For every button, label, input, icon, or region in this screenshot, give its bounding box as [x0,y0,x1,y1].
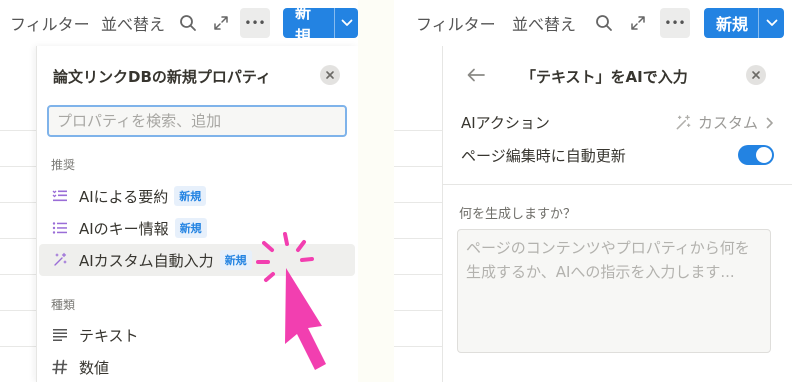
close-icon[interactable] [320,65,340,85]
ai-action-value: カスタム [697,114,758,132]
new-button[interactable]: 新規 [704,8,785,38]
close-icon[interactable] [746,65,766,85]
sort-button[interactable]: 並べ替え [512,11,576,35]
table-background [0,46,36,382]
chevron-down-icon[interactable] [758,8,784,38]
new-badge: 新規 [174,218,207,238]
database-toolbar: フィルター 並べ替え ••• 新規 [0,0,358,46]
new-badge: 新規 [219,250,252,270]
menu-item-label: AIカスタム自動入力 [79,251,214,270]
menu-item-ai-summary[interactable]: AIによる要約 新規 [39,180,355,212]
menu-item-label: テキスト [79,326,139,345]
menu-item-label: AIによる要約 [79,187,169,206]
hash-icon [51,358,69,376]
table-background [394,46,442,382]
section-types: 種類 [51,298,76,312]
ai-action-select[interactable]: カスタム [674,112,774,133]
auto-update-label: ページ編集時に自動更新 [461,147,626,165]
prompt-question: 何を生成しますか？ [459,207,577,222]
expand-icon[interactable] [626,11,650,35]
search-icon[interactable] [176,11,200,35]
toggle-knob [756,147,772,163]
new-button-label: 新規 [716,15,749,34]
right-screenshot-panel: フィルター 並べ替え ••• 新規 「テキスト」をAIで入力 AIアクション カ… [394,0,792,382]
menu-title: 論文リンクDBの新規プロパティ [53,68,271,86]
filter-button[interactable]: フィルター [416,11,496,35]
filter-button[interactable]: フィルター [10,11,90,35]
section-recommended: 推奨 [51,158,76,172]
new-button[interactable]: 新規 [283,3,358,46]
expand-icon[interactable] [209,11,233,35]
ai-autofill-panel: 「テキスト」をAIで入力 AIアクション カスタム ページ編集時に自動更新 何を… [442,46,792,382]
new-badge: 新規 [174,186,207,206]
chevron-down-icon[interactable] [334,8,358,38]
ai-keyinfo-icon [51,219,69,237]
property-search-field[interactable] [47,105,347,137]
sparkle-icon [51,251,69,269]
search-icon[interactable] [592,11,616,35]
back-arrow-icon[interactable] [465,64,487,86]
menu-item-label: AIのキー情報 [79,219,169,238]
ai-summary-icon [51,187,69,205]
text-lines-icon [51,326,69,344]
more-icon: ••• [664,16,686,30]
left-screenshot-panel: フィルター 並べ替え ••• 新規 論文リンクDBの新規プロパティ 推奨 [0,0,358,382]
pointer-cursor-icon [252,228,342,378]
property-search-input[interactable] [49,107,345,135]
more-options-button[interactable]: ••• [240,8,270,38]
more-icon: ••• [244,16,266,30]
more-options-button[interactable]: ••• [660,8,690,38]
prompt-field[interactable] [457,229,771,353]
panel-title: 「テキスト」をAIで入力 [521,68,688,86]
prompt-input[interactable] [458,230,770,352]
divider [443,184,792,185]
new-button-label: 新規 [295,3,312,46]
ai-action-label: AIアクション [461,114,550,132]
database-toolbar: フィルター 並べ替え ••• 新規 [394,0,792,46]
chevron-right-icon [766,117,774,129]
sort-button[interactable]: 並べ替え [101,11,165,35]
auto-update-toggle[interactable] [738,145,774,165]
sparkle-icon [674,114,692,132]
menu-item-label: 数値 [79,358,110,377]
